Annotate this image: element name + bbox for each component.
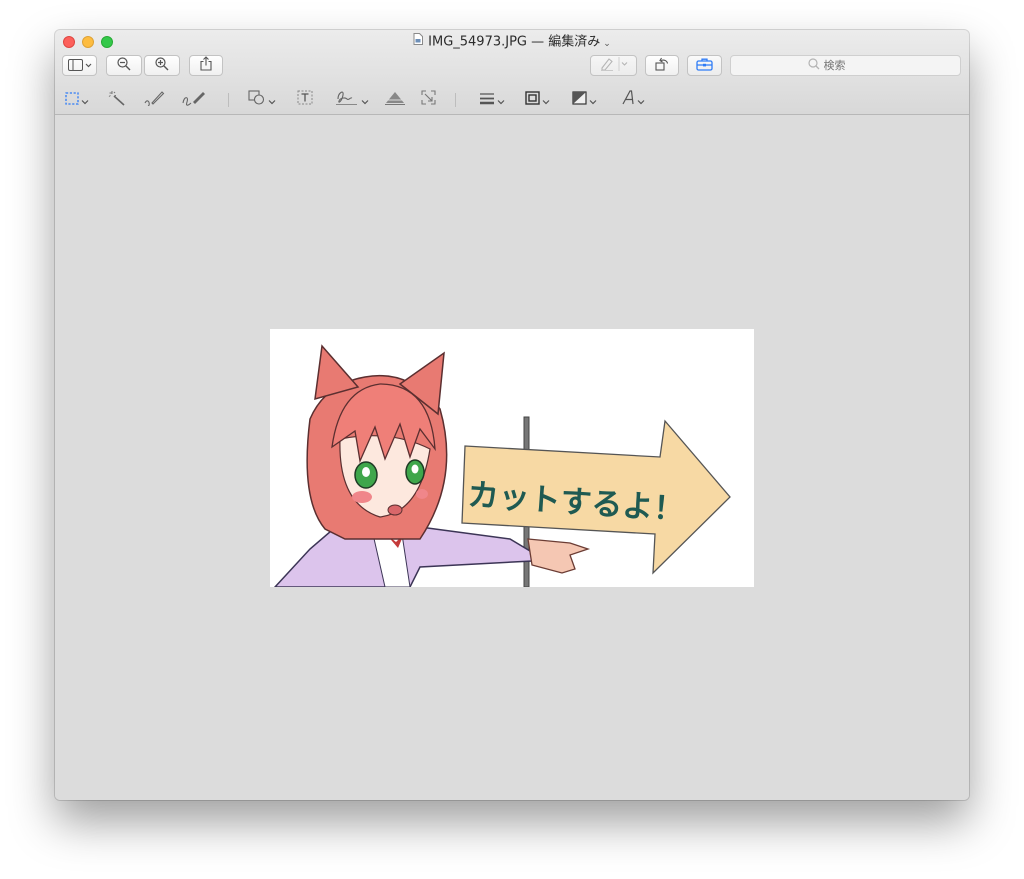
selection-tool[interactable] xyxy=(65,85,89,114)
share-icon xyxy=(200,56,212,75)
border-color-tool[interactable] xyxy=(525,85,550,114)
highlight-button[interactable] xyxy=(590,55,637,76)
character-hand xyxy=(527,538,591,574)
chevron-down-icon xyxy=(542,90,550,109)
markup-toolbar xyxy=(55,85,969,114)
search-icon xyxy=(807,58,820,73)
anime-character-illustration xyxy=(273,344,731,587)
search-field[interactable] xyxy=(730,55,961,76)
markup-toolbox-button[interactable] xyxy=(687,55,722,76)
zoom-in-button[interactable] xyxy=(144,55,180,76)
text-icon xyxy=(297,90,313,109)
text-style-tool[interactable] xyxy=(621,85,645,114)
toolbox-icon xyxy=(696,56,713,75)
window-title[interactable]: IMG_54973.JPG — 編集済み ⌄ xyxy=(55,33,969,51)
sketch-tool[interactable] xyxy=(143,85,165,114)
instant-alpha-tool[interactable] xyxy=(108,85,126,114)
toolbar-divider xyxy=(228,93,229,107)
sidebar-toggle-icon xyxy=(67,56,92,75)
fill-color-icon xyxy=(572,90,587,109)
shapes-tool[interactable] xyxy=(248,85,276,114)
window-title-status: 編集済み xyxy=(548,34,601,50)
character-mouth xyxy=(387,504,403,516)
character-left-eye-highlight xyxy=(362,467,370,477)
window-title-separator: — xyxy=(531,34,545,50)
zoom-in-icon xyxy=(155,56,169,75)
chevron-down-icon xyxy=(268,90,276,109)
shape-style-tool[interactable] xyxy=(479,85,505,114)
character-left-blush xyxy=(352,491,372,503)
chevron-down-icon xyxy=(361,90,369,109)
sign-tool[interactable] xyxy=(335,85,369,114)
character-right-eye-highlight xyxy=(411,464,419,474)
adjust-size-tool[interactable] xyxy=(421,85,436,114)
title-bar: IMG_54973.JPG — 編集済み ⌄ xyxy=(55,30,969,115)
zoom-out-icon xyxy=(117,56,131,75)
jpeg-doc-icon xyxy=(413,33,424,51)
share-button[interactable] xyxy=(189,55,223,76)
zoom-out-button[interactable] xyxy=(106,55,142,76)
adjust-color-icon xyxy=(385,90,405,109)
character-right-blush xyxy=(416,489,428,499)
fill-color-tool[interactable] xyxy=(572,85,597,114)
shape-style-icon xyxy=(479,90,495,109)
preview-window: IMG_54973.JPG — 編集済み ⌄ 検索 カットするよ！ xyxy=(55,30,969,800)
search-input[interactable] xyxy=(823,59,884,72)
sign-icon xyxy=(335,89,359,110)
toolbar-divider xyxy=(455,93,456,107)
text-tool[interactable] xyxy=(297,85,313,114)
window-title-filename: IMG_54973.JPG xyxy=(428,34,527,50)
shapes-icon xyxy=(248,90,266,109)
chevron-down-icon: ⌄ xyxy=(603,38,611,49)
adjust-color-tool[interactable] xyxy=(385,85,405,114)
chevron-down-icon xyxy=(637,90,645,109)
rotate-button[interactable] xyxy=(645,55,679,76)
border-color-icon xyxy=(525,90,540,109)
chevron-down-icon xyxy=(497,90,505,109)
highlighter-icon xyxy=(599,56,629,75)
instant-alpha-icon xyxy=(108,90,126,110)
draw-tool[interactable] xyxy=(181,85,207,114)
sidebar-button[interactable] xyxy=(62,55,97,76)
sketch-icon xyxy=(143,90,165,110)
image-canvas[interactable]: カットするよ！ xyxy=(55,115,969,800)
text-style-icon xyxy=(621,90,635,109)
draw-icon xyxy=(181,90,207,110)
rectangular-selection-icon xyxy=(65,90,79,109)
chevron-down-icon xyxy=(589,90,597,109)
document-image[interactable]: カットするよ！ xyxy=(270,329,754,587)
rotate-left-icon xyxy=(655,56,669,75)
chevron-down-icon xyxy=(81,90,89,109)
adjust-size-icon xyxy=(421,90,436,109)
